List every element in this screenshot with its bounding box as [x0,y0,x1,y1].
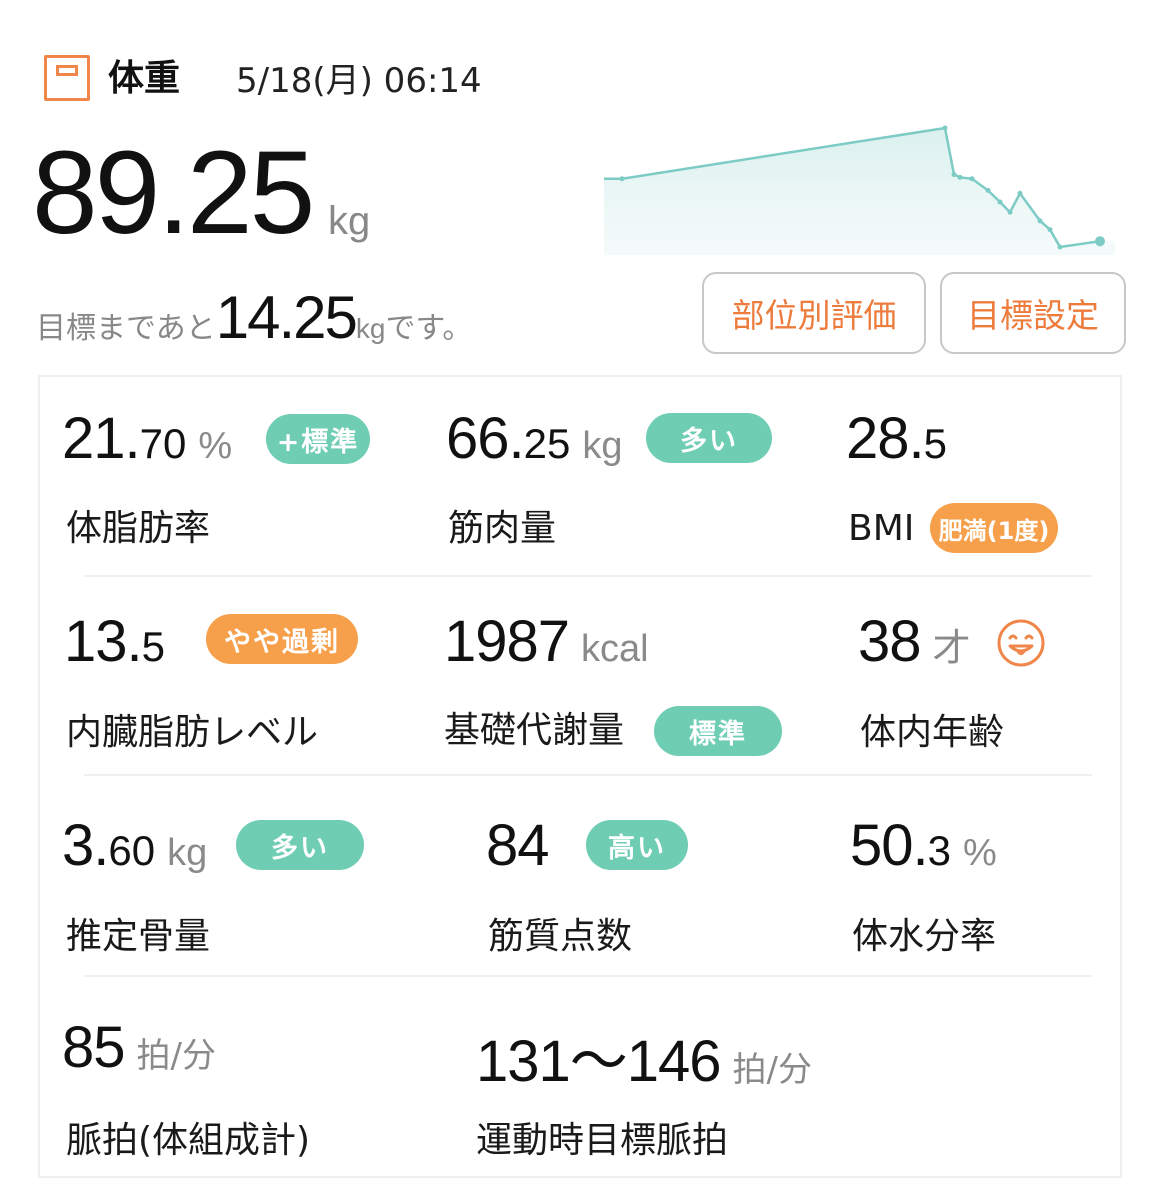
trend-point [1007,209,1013,215]
weight-unit: kg [328,199,371,243]
trend-area [604,128,1115,255]
bmr-status-badge: 標準 [654,706,782,756]
trend-point [957,174,963,180]
goal-setting-button[interactable]: 目標設定 [940,272,1126,354]
trend-point [1057,244,1063,250]
goal-remaining: 目標まであと14.25kgです。 [36,283,472,352]
muscle-mass-value: 66.25 kg [446,406,623,471]
bmi-label: BMI [848,508,915,549]
bmi-status-badge: 肥満(1度) [930,503,1058,553]
pulse-value: 85 拍/分 [62,1015,216,1080]
smiley-face-icon [997,619,1045,667]
muscle-quality-status-badge: 高い [586,820,688,870]
target-pulse-label: 運動時目標脈拍 [476,1120,729,1161]
trend-point [942,125,948,131]
bone-mass-status-badge: 多い [236,820,364,870]
bone-mass-label: 推定骨量 [66,916,211,957]
body-fat-status-badge: +標準 [266,414,370,464]
trend-point [997,199,1003,205]
muscle-quality-label: 筋質点数 [488,916,633,957]
weight-value: 89.25 [32,127,315,259]
muscle-quality-value: 84 [486,813,550,878]
body-age-label: 体内年齢 [860,712,1005,753]
page-title: 体重 [108,58,181,99]
weight-trend-chart[interactable] [600,120,1115,255]
goal-value: 14.25 [215,284,358,351]
body-water-label: 体水分率 [852,916,997,957]
measurement-datetime: 5/18(月) 06:14 [236,61,482,101]
visceral-fat-label: 内臓脂肪レベル [66,712,319,753]
trend-point [1017,190,1023,196]
trend-point [1095,236,1105,247]
row-divider [84,575,1092,577]
goal-unit: kg [355,313,386,344]
bmr-value: 1987 kcal [444,609,649,674]
bmr-label: 基礎代謝量 [444,710,625,751]
goal-prefix: 目標まであと [36,311,216,346]
row-divider [84,975,1092,977]
muscle-mass-label: 筋肉量 [448,508,557,549]
bone-mass-value: 3.60 kg [62,813,208,878]
trend-point [951,171,957,177]
goal-suffix: です。 [385,311,473,346]
visceral-fat-status-badge: やや過剰 [206,614,358,664]
body-age-value: 38 才 [858,609,971,674]
trend-point [1037,218,1043,224]
trend-point [619,176,625,182]
trend-point [1047,227,1053,233]
body-water-value: 50.3% [850,813,997,878]
bmi-value: 28.5 [846,406,947,471]
visceral-fat-value: 13.5 [64,609,165,674]
trend-point [985,187,991,193]
target-pulse-value: 131〜146 拍/分 [476,1029,813,1094]
pulse-label: 脈拍(体組成計) [66,1120,311,1161]
row-divider [84,774,1092,776]
body-fat-label: 体脂肪率 [66,508,211,549]
scale-icon [44,55,90,101]
muscle-mass-status-badge: 多い [646,413,772,463]
trend-point [969,176,975,182]
body-part-evaluation-button[interactable]: 部位別評価 [702,272,926,354]
body-fat-value: 21.70% [62,406,233,471]
